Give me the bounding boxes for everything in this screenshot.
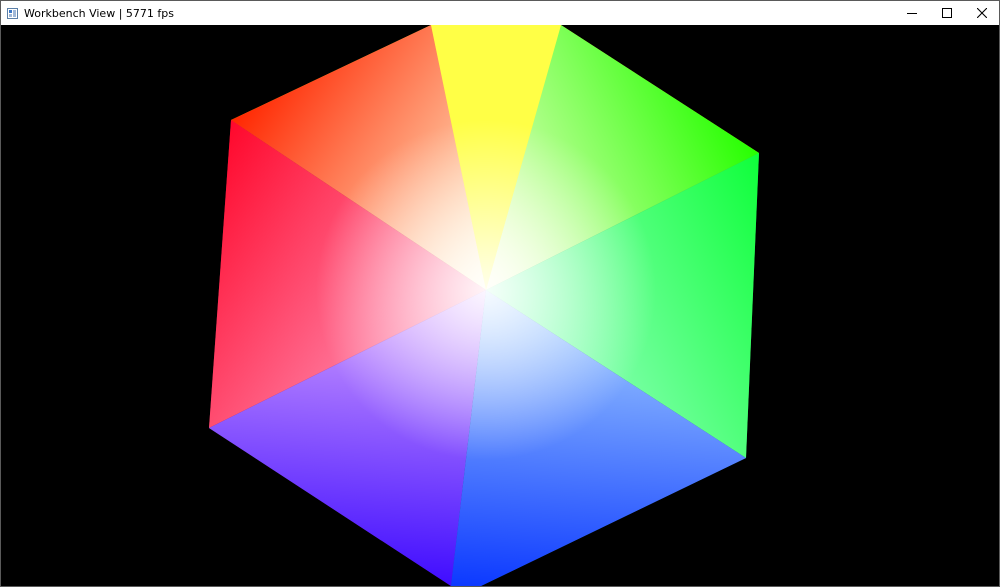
close-icon [976, 8, 987, 18]
maximize-button[interactable] [929, 1, 964, 25]
title-bar[interactable]: Workbench View | 5771 fps [1, 1, 999, 25]
maximize-icon [941, 8, 952, 18]
window-controls [894, 1, 999, 25]
render-viewport[interactable] [1, 25, 999, 586]
cube-highlight [209, 25, 759, 586]
workbench-window: Workbench View | 5771 fps [0, 0, 1000, 587]
minimize-button[interactable] [894, 1, 929, 25]
color-cube [209, 25, 759, 586]
app-icon [7, 7, 18, 19]
minimize-icon [906, 8, 917, 18]
close-button[interactable] [964, 1, 999, 25]
window-title: Workbench View | 5771 fps [24, 6, 174, 20]
